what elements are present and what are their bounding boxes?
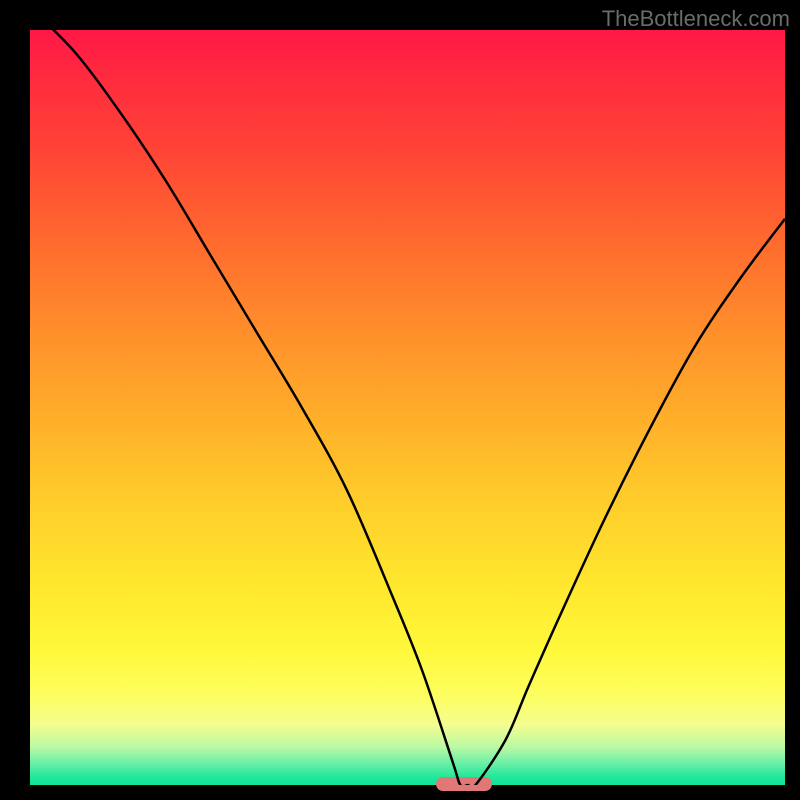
chart-frame: TheBottleneck.com (0, 0, 800, 800)
bottleneck-curve (30, 30, 785, 785)
watermark-text: TheBottleneck.com (602, 6, 790, 32)
